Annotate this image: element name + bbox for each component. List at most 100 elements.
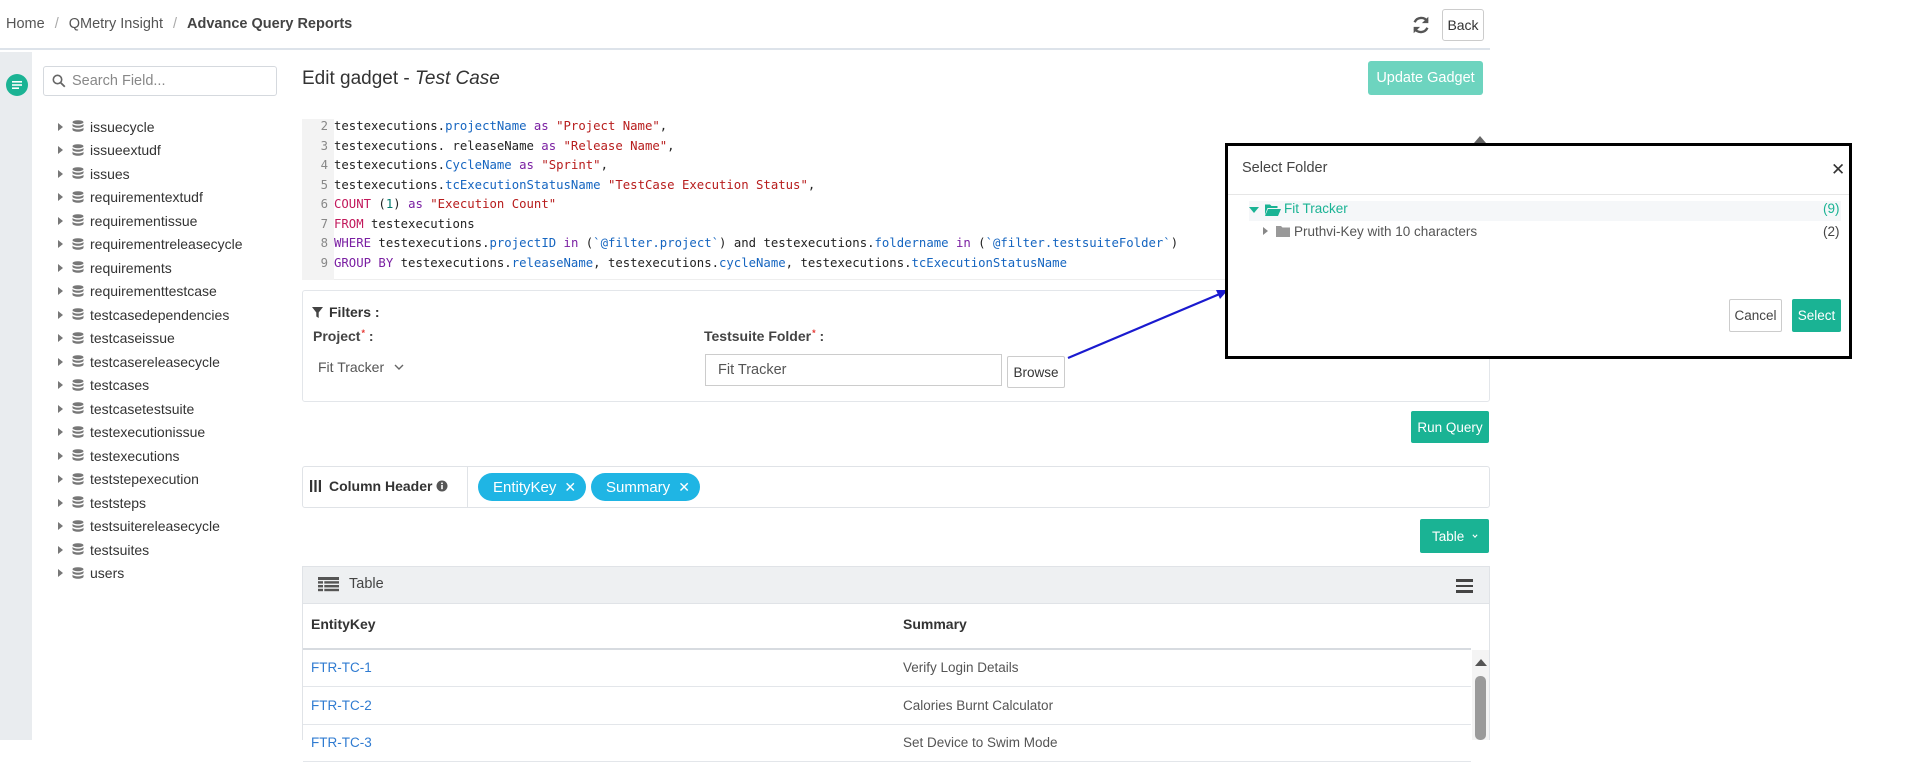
field-item[interactable]: testcasereleasecycle bbox=[58, 350, 243, 374]
entity-key-link[interactable]: FTR-TC-3 bbox=[311, 735, 372, 750]
field-item[interactable]: requirementextudf bbox=[58, 186, 243, 210]
table-menu-icon[interactable] bbox=[1456, 579, 1473, 593]
field-item[interactable]: issueextudf bbox=[58, 139, 243, 163]
caret-right-icon[interactable] bbox=[58, 240, 63, 249]
breadcrumb-qmetry-insight[interactable]: QMetry Insight bbox=[69, 16, 163, 32]
update-gadget-button[interactable]: Update Gadget bbox=[1368, 61, 1483, 95]
breadcrumb: Home / QMetry Insight / Advance Query Re… bbox=[6, 16, 352, 32]
view-type-label: Table bbox=[1432, 528, 1465, 544]
tree-node-root-label[interactable]: Fit Tracker bbox=[1284, 201, 1348, 216]
column-header-summary[interactable]: Summary bbox=[903, 616, 967, 632]
field-item[interactable]: testcasedependencies bbox=[58, 303, 243, 327]
testsuite-folder-input[interactable] bbox=[705, 354, 1002, 386]
chip-label: Summary bbox=[606, 478, 671, 496]
caret-right-icon[interactable] bbox=[58, 263, 63, 272]
caret-right-icon[interactable] bbox=[58, 451, 63, 460]
tree-node-child-label[interactable]: Pruthvi-Key with 10 characters bbox=[1294, 224, 1477, 239]
field-item-label: requirementreleasecycle bbox=[90, 236, 243, 253]
caret-right-icon[interactable] bbox=[58, 193, 63, 202]
column-header-entitykey[interactable]: EntityKey bbox=[311, 616, 376, 632]
table-row[interactable]: FTR-TC-2 Calories Burnt Calculator bbox=[303, 688, 1471, 725]
scroll-up-icon[interactable] bbox=[1475, 659, 1487, 666]
select-button[interactable]: Select bbox=[1792, 299, 1841, 332]
field-item[interactable]: testcaseissue bbox=[58, 327, 243, 351]
database-icon bbox=[72, 519, 84, 532]
close-icon[interactable]: ✕ bbox=[1831, 160, 1845, 180]
database-icon bbox=[72, 284, 84, 297]
gadget-title-entity: Test Case bbox=[415, 68, 500, 89]
view-type-select[interactable]: Table bbox=[1420, 519, 1489, 553]
field-item[interactable]: requirementtestcase bbox=[58, 280, 243, 304]
tree-node-child-count: (2) bbox=[1823, 224, 1840, 239]
caret-right-icon[interactable] bbox=[58, 122, 63, 131]
field-item-label: testsuites bbox=[90, 541, 150, 558]
field-item[interactable]: testsuites bbox=[58, 538, 243, 562]
caret-right-icon[interactable] bbox=[1263, 227, 1268, 235]
column-header-divider bbox=[467, 467, 468, 507]
field-item[interactable]: testcases bbox=[58, 374, 243, 398]
chip-label: EntityKey bbox=[493, 478, 557, 496]
caret-right-icon[interactable] bbox=[58, 310, 63, 319]
caret-right-icon[interactable] bbox=[58, 357, 63, 366]
field-item[interactable]: requirementreleasecycle bbox=[58, 233, 243, 257]
caret-right-icon[interactable] bbox=[58, 334, 63, 343]
caret-right-icon[interactable] bbox=[58, 498, 63, 507]
caret-right-icon[interactable] bbox=[58, 475, 63, 484]
field-item-label: testcases bbox=[90, 377, 150, 394]
field-item[interactable]: teststepexecution bbox=[58, 468, 243, 492]
column-chip-entitykey[interactable]: EntityKey ✕ bbox=[478, 473, 587, 501]
remove-chip-icon[interactable]: ✕ bbox=[564, 479, 576, 496]
summary-cell: Set Device to Swim Mode bbox=[903, 735, 1058, 750]
project-select[interactable]: Fit Tracker bbox=[318, 359, 404, 375]
field-item[interactable]: requirements bbox=[58, 256, 243, 280]
field-item-label: testcasetestsuite bbox=[90, 400, 195, 417]
breadcrumb-separator: / bbox=[173, 16, 178, 32]
run-query-button[interactable]: Run Query bbox=[1411, 411, 1489, 443]
caret-right-icon[interactable] bbox=[58, 428, 63, 437]
caret-right-icon[interactable] bbox=[58, 569, 63, 578]
caret-right-icon[interactable] bbox=[58, 545, 63, 554]
field-item[interactable]: issues bbox=[58, 162, 243, 186]
info-icon[interactable] bbox=[436, 480, 448, 492]
caret-down-icon[interactable] bbox=[1249, 207, 1259, 213]
field-item-label: requirementextudf bbox=[90, 189, 203, 206]
scrollbar-thumb[interactable] bbox=[1475, 676, 1486, 740]
cancel-button[interactable]: Cancel bbox=[1729, 299, 1782, 332]
back-button[interactable]: Back bbox=[1442, 9, 1484, 41]
caret-right-icon[interactable] bbox=[58, 404, 63, 413]
caret-right-icon[interactable] bbox=[58, 216, 63, 225]
field-item[interactable]: testexecutionissue bbox=[58, 421, 243, 445]
caret-right-icon[interactable] bbox=[58, 381, 63, 390]
field-item[interactable]: requirementissue bbox=[58, 209, 243, 233]
field-item[interactable]: users bbox=[58, 562, 243, 586]
field-item[interactable]: issuecycle bbox=[58, 115, 243, 139]
left-rail bbox=[0, 52, 32, 740]
search-field-input[interactable] bbox=[72, 68, 272, 94]
caret-right-icon[interactable] bbox=[58, 522, 63, 531]
columns-icon bbox=[310, 480, 321, 492]
field-item-label: requirementissue bbox=[90, 212, 198, 229]
table-row[interactable]: FTR-TC-3 Set Device to Swim Mode bbox=[303, 725, 1471, 762]
fields-toggle-icon[interactable] bbox=[6, 74, 28, 96]
database-icon bbox=[72, 543, 84, 556]
editor-scroll-up-icon[interactable] bbox=[1474, 136, 1486, 143]
field-item[interactable]: testsuitereleasecycle bbox=[58, 515, 243, 539]
breadcrumb-home[interactable]: Home bbox=[6, 16, 45, 32]
code-line: 6 COUNT (1) as "Execution Count" bbox=[320, 197, 557, 211]
caret-right-icon[interactable] bbox=[58, 287, 63, 296]
entity-key-link[interactable]: FTR-TC-2 bbox=[311, 698, 372, 713]
field-item[interactable]: testexecutions bbox=[58, 444, 243, 468]
field-item[interactable]: testcasetestsuite bbox=[58, 397, 243, 421]
caret-right-icon[interactable] bbox=[58, 146, 63, 155]
table-row[interactable]: FTR-TC-1 Verify Login Details bbox=[303, 650, 1471, 687]
browse-button[interactable]: Browse bbox=[1007, 356, 1065, 388]
field-item[interactable]: teststeps bbox=[58, 491, 243, 515]
search-field-box bbox=[43, 66, 277, 96]
caret-right-icon[interactable] bbox=[58, 169, 63, 178]
remove-chip-icon[interactable]: ✕ bbox=[678, 479, 690, 496]
column-chip-summary[interactable]: Summary ✕ bbox=[591, 473, 700, 501]
code-line: 2 testexecutions.projectName as "Project … bbox=[320, 119, 668, 133]
field-item-label: testsuitereleasecycle bbox=[90, 518, 220, 535]
entity-key-link[interactable]: FTR-TC-1 bbox=[311, 660, 372, 675]
refresh-icon[interactable] bbox=[1410, 14, 1432, 36]
